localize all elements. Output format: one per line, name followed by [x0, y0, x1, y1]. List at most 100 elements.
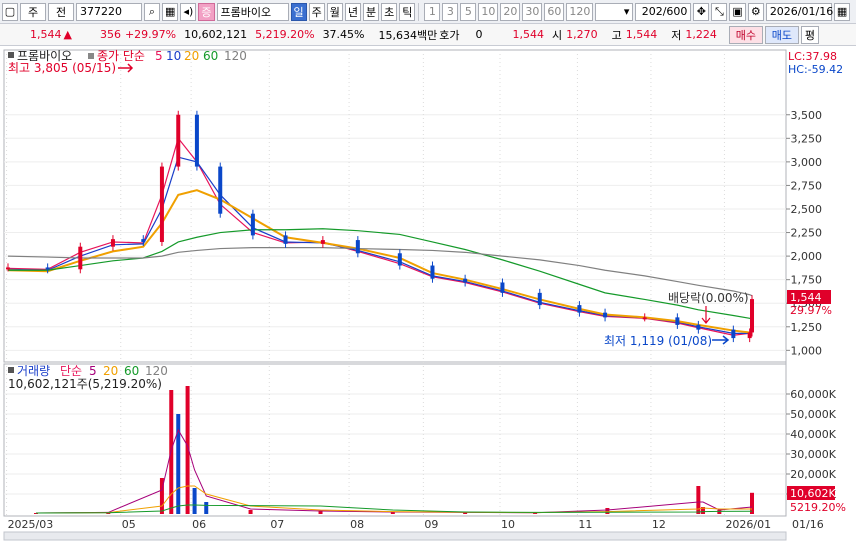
low-label: 저: [671, 28, 682, 42]
candle-body: [6, 267, 10, 270]
volume-rate: 5,219.20%: [255, 28, 315, 41]
period-day[interactable]: 일: [290, 2, 307, 21]
price-tick-label: 1,250: [791, 321, 823, 334]
stock-code-input[interactable]: 377220: [76, 2, 142, 21]
eval-button[interactable]: 평: [800, 25, 819, 44]
candle-body: [430, 265, 435, 279]
buy-button[interactable]: 매수: [728, 25, 763, 44]
high-label: 고: [611, 28, 622, 42]
candle-body: [110, 239, 115, 247]
interval-5[interactable]: 5: [460, 2, 477, 21]
price-y-axis: 3,500 3,250 3,000 2,750 2,500 2,250 2,000 1,750…: [786, 109, 823, 357]
interval-60[interactable]: 60: [544, 2, 565, 21]
price-tick-label: 1,000: [791, 344, 823, 357]
hoga-price: 1,544: [512, 28, 545, 41]
volume-tick-label: 60,000K: [790, 388, 836, 401]
stock-chart[interactable]: 3,500 3,250 3,000 2,750 2,500 2,250 2,000 1,750…: [0, 46, 856, 541]
price-tick-label: 2,000: [791, 250, 823, 263]
volume-tick-label: 20,000K: [790, 468, 836, 481]
annotation-high: 최고 3,805 (05/15): [8, 61, 116, 75]
x-tick-label: 05: [122, 518, 136, 531]
candle-body: [603, 312, 608, 318]
candle-body: [642, 317, 647, 320]
volume-bar: [605, 508, 610, 514]
price-tick-label: 3,250: [791, 132, 823, 145]
interval-20[interactable]: 20: [500, 2, 521, 21]
price-tick-label: 3,000: [791, 156, 823, 169]
candle-body: [500, 282, 505, 293]
candle-body: [747, 332, 752, 339]
trade-amount: 15,634백만: [378, 28, 438, 42]
sector-badge[interactable]: 증: [198, 2, 215, 21]
price-tick-label: 1,750: [791, 274, 823, 287]
volume-bar: [248, 510, 253, 514]
period-minute[interactable]: 분: [363, 2, 380, 21]
interval-120[interactable]: 120: [566, 2, 594, 21]
open-label: 시: [552, 28, 563, 42]
period-year[interactable]: 년: [344, 2, 362, 21]
low-value: 1,224: [685, 28, 717, 41]
x-right-label: 01/16: [792, 518, 824, 531]
price-tick-label: 2,750: [791, 179, 823, 192]
hoga-value: 0: [475, 28, 483, 41]
interval-3[interactable]: 3: [442, 2, 459, 21]
lc-label: LC:37.98: [788, 50, 837, 63]
period-second[interactable]: 초: [381, 2, 398, 21]
toolbar: ▢ 주 전 377220 ⌕ ▦ ◂) 증 프롬바이오 일 주 월 년 분 초 …: [0, 0, 856, 24]
candle-body: [45, 267, 50, 270]
period-tick[interactable]: 틱: [399, 2, 416, 21]
x-tick-label: 12: [652, 518, 666, 531]
window-icon[interactable]: ▢: [2, 2, 18, 21]
candle-body: [159, 166, 164, 242]
candle-body: [696, 324, 701, 330]
x-tick-label: 08: [350, 518, 364, 531]
menu-2-button[interactable]: 전: [48, 2, 74, 21]
period-week[interactable]: 주: [308, 2, 325, 21]
volume-legend-handle-icon[interactable]: [8, 367, 14, 373]
current-volume-pct: 5219.20%: [790, 501, 846, 514]
legend-close-icon[interactable]: [88, 53, 94, 59]
legend-ma-10: 10: [166, 49, 181, 63]
candle-body: [355, 240, 360, 254]
legend-ma-120: 120: [224, 49, 247, 63]
sound-icon[interactable]: ◂): [180, 2, 197, 21]
grid-icon[interactable]: ▦: [162, 2, 179, 21]
candle-body: [463, 278, 468, 283]
custom-interval-select[interactable]: ▾: [595, 2, 634, 21]
date-field[interactable]: 2026/01/16: [765, 2, 833, 21]
count-field[interactable]: 202/600: [635, 2, 692, 21]
interval-1[interactable]: 1: [424, 2, 441, 21]
legend-handle-icon[interactable]: [8, 52, 14, 58]
interval-10[interactable]: 10: [478, 2, 499, 21]
candle-body: [176, 114, 181, 167]
draw-tool-icon[interactable]: ⤡: [711, 2, 728, 21]
horizontal-scrollbar[interactable]: [3, 531, 787, 541]
stock-name-field[interactable]: 프롬바이오: [216, 2, 289, 21]
snapshot-icon[interactable]: ▣: [729, 2, 746, 21]
up-arrow-icon: ▲: [63, 28, 72, 41]
crosshair-icon[interactable]: ✥: [693, 2, 710, 21]
change-value: 356: [99, 28, 121, 41]
high-value: 1,544: [625, 28, 658, 41]
current-price: 1,544: [30, 28, 62, 41]
search-icon[interactable]: ⌕: [144, 2, 160, 21]
volume-legend-ma-60: 60: [124, 364, 139, 378]
volume-y-axis: 60,000K50,000K40,000K30,000K20,000K10,00…: [786, 388, 837, 501]
sell-button[interactable]: 매도: [764, 25, 799, 44]
interval-30[interactable]: 30: [522, 2, 543, 21]
x-tick-label: 11: [578, 518, 592, 531]
calendar-icon[interactable]: ▦: [833, 2, 851, 21]
volume-info: 10,602,121주(5,219.20%): [8, 377, 162, 391]
current-price-pct: 29.97%: [790, 304, 832, 317]
candle-body: [194, 114, 199, 167]
open-value: 1,270: [566, 28, 598, 41]
candle-body: [283, 235, 288, 244]
price-tick-label: 3,500: [791, 109, 823, 122]
volume-legend-ma-20: 20: [103, 364, 118, 378]
volume-bar: [192, 488, 197, 514]
menu-1-button[interactable]: 주: [20, 2, 46, 21]
period-month[interactable]: 월: [326, 2, 343, 21]
volume-value: 10,602,121: [184, 28, 248, 41]
x-tick-label: 07: [270, 518, 284, 531]
settings-gear-icon[interactable]: ⚙: [747, 2, 764, 21]
